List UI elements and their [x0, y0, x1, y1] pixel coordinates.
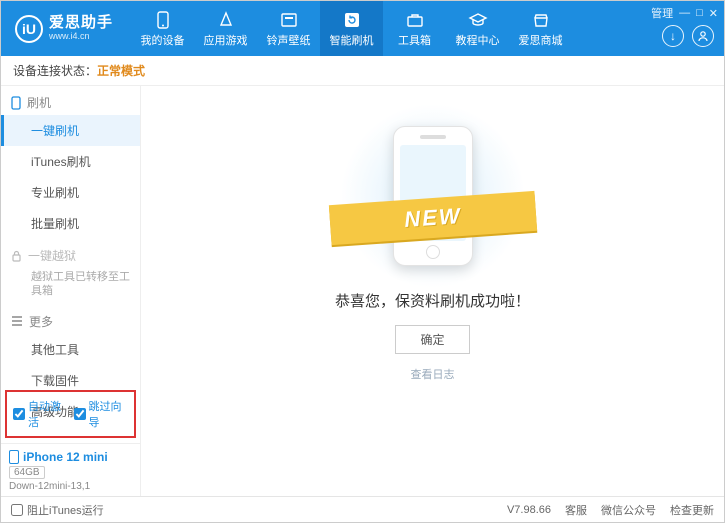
jailbreak-note: 越狱工具已转移至工具箱	[1, 268, 140, 305]
storage-badge: 64GB	[9, 466, 45, 479]
block-itunes-check[interactable]: 阻止iTunes运行	[11, 502, 104, 518]
menu-button[interactable]: 管理	[651, 5, 673, 21]
view-log-link[interactable]: 查看日志	[411, 366, 455, 382]
sidebar-group-flash[interactable]: 刷机	[1, 86, 140, 115]
maximize-button[interactable]: □	[696, 7, 703, 19]
download-icon[interactable]: ↓	[662, 25, 684, 47]
status-bar: 设备连接状态： 正常模式	[1, 56, 724, 86]
sidebar-item-oneclick[interactable]: 一键刷机	[1, 115, 140, 146]
refresh-icon	[342, 10, 362, 30]
window-controls: 管理 — □ ✕	[651, 5, 718, 21]
sidebar-item-batch[interactable]: 批量刷机	[1, 208, 140, 239]
ok-button[interactable]: 确定	[395, 325, 469, 354]
sidebar-item-pro[interactable]: 专业刷机	[1, 177, 140, 208]
nav-flash[interactable]: 智能刷机	[320, 1, 383, 56]
phone-icon	[153, 10, 173, 30]
nav-apps[interactable]: 应用游戏	[194, 1, 257, 56]
success-illustration: NEW	[358, 116, 508, 276]
nav-toolbox[interactable]: 工具箱	[383, 1, 446, 56]
sidebar-group-more[interactable]: 更多	[1, 305, 140, 334]
app-header: iU 爱思助手 www.i4.cn 我的设备 应用游戏 铃声壁纸 智能刷机 工具…	[1, 1, 724, 56]
status-label: 设备连接状态：	[13, 62, 97, 79]
device-panel[interactable]: iPhone 12 mini 64GB Down-12mini-13,1	[1, 443, 140, 496]
nav-my-device[interactable]: 我的设备	[131, 1, 194, 56]
sidebar-group-jailbreak: 一键越狱	[1, 239, 140, 268]
device-model: Down-12mini-13,1	[9, 481, 132, 492]
main-content: NEW 恭喜您，保资料刷机成功啦！ 确定 查看日志	[141, 86, 724, 496]
apps-icon	[216, 10, 236, 30]
nav-store[interactable]: 爱思商城	[509, 1, 572, 56]
graduation-icon	[468, 10, 488, 30]
lock-icon	[11, 250, 22, 262]
logo-icon: iU	[15, 15, 43, 43]
user-icon[interactable]	[692, 25, 714, 47]
brand-title: 爱思助手	[49, 15, 113, 32]
store-icon	[531, 10, 551, 30]
footer: 阻止iTunes运行 V7.98.66 客服 微信公众号 检查更新	[1, 496, 724, 522]
sidebar-item-other[interactable]: 其他工具	[1, 334, 140, 365]
nav-tutorials[interactable]: 教程中心	[446, 1, 509, 56]
wallpaper-icon	[279, 10, 299, 30]
phone-icon	[11, 96, 21, 110]
top-nav: 我的设备 应用游戏 铃声壁纸 智能刷机 工具箱 教程中心 爱思商城	[131, 1, 572, 56]
brand-area: iU 爱思助手 www.i4.cn	[1, 15, 123, 43]
phone-icon	[9, 450, 19, 464]
nav-ringtones[interactable]: 铃声壁纸	[257, 1, 320, 56]
status-value: 正常模式	[97, 62, 145, 79]
toolbox-icon	[405, 10, 425, 30]
device-name: iPhone 12 mini	[9, 450, 132, 464]
minimize-button[interactable]: —	[679, 7, 690, 19]
close-button[interactable]: ✕	[709, 7, 718, 20]
wechat-link[interactable]: 微信公众号	[601, 502, 656, 518]
sidebar: 刷机 一键刷机 iTunes刷机 专业刷机 批量刷机 一键越狱 越狱工具已转移至…	[1, 86, 141, 496]
service-link[interactable]: 客服	[565, 502, 587, 518]
sidebar-item-itunes[interactable]: iTunes刷机	[1, 146, 140, 177]
update-link[interactable]: 检查更新	[670, 502, 714, 518]
option-checks: 自动激活 跳过向导	[5, 390, 136, 438]
header-icons: ↓	[662, 25, 714, 47]
version-label: V7.98.66	[507, 504, 551, 516]
check-skip-guide[interactable]: 跳过向导	[74, 398, 129, 430]
brand-subtitle: www.i4.cn	[49, 32, 113, 42]
check-auto-activate[interactable]: 自动激活	[13, 398, 68, 430]
list-icon	[11, 316, 23, 326]
